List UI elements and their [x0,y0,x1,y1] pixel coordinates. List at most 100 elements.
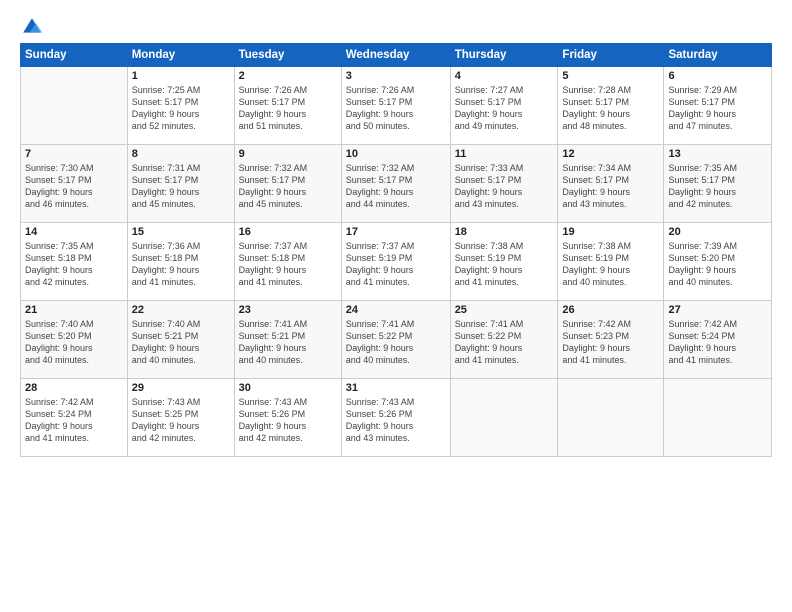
weekday-sunday: Sunday [21,44,128,67]
day-number: 25 [455,304,554,316]
day-info: Sunrise: 7:39 AM Sunset: 5:20 PM Dayligh… [668,240,767,289]
day-info: Sunrise: 7:26 AM Sunset: 5:17 PM Dayligh… [346,84,446,133]
calendar-cell: 4 Sunrise: 7:27 AM Sunset: 5:17 PM Daylig… [450,67,558,145]
day-info: Sunrise: 7:30 AM Sunset: 5:17 PM Dayligh… [25,162,123,211]
day-number: 29 [132,382,230,394]
weekday-wednesday: Wednesday [341,44,450,67]
calendar-cell: 27 Sunrise: 7:42 AM Sunset: 5:24 PM Dayli… [664,301,772,379]
calendar-cell: 1 Sunrise: 7:25 AM Sunset: 5:17 PM Daylig… [127,67,234,145]
calendar-cell: 28Sunrise: 7:42 AM Sunset: 5:24 PM Dayli… [21,379,128,457]
calendar-cell [664,379,772,457]
day-info: Sunrise: 7:31 AM Sunset: 5:17 PM Dayligh… [132,162,230,211]
calendar-cell: 10Sunrise: 7:32 AM Sunset: 5:17 PM Dayli… [341,145,450,223]
calendar-cell: 6 Sunrise: 7:29 AM Sunset: 5:17 PM Daylig… [664,67,772,145]
logo [20,15,48,39]
day-info: Sunrise: 7:35 AM Sunset: 5:17 PM Dayligh… [668,162,767,211]
calendar-cell: 11 Sunrise: 7:33 AM Sunset: 5:17 PM Dayli… [450,145,558,223]
calendar-cell [21,67,128,145]
calendar-cell: 25 Sunrise: 7:41 AM Sunset: 5:22 PM Dayli… [450,301,558,379]
day-number: 13 [668,148,767,160]
week-row-2: 7 Sunrise: 7:30 AM Sunset: 5:17 PM Daylig… [21,145,772,223]
day-info: Sunrise: 7:37 AM Sunset: 5:19 PM Dayligh… [346,240,446,289]
calendar-table: SundayMondayTuesdayWednesdayThursdayFrid… [20,43,772,457]
day-number: 24 [346,304,446,316]
day-number: 20 [668,226,767,238]
weekday-monday: Monday [127,44,234,67]
calendar-cell: 16 Sunrise: 7:37 AM Sunset: 5:18 PM Dayli… [234,223,341,301]
day-number: 30 [239,382,337,394]
day-number: 23 [239,304,337,316]
calendar-cell: 9 Sunrise: 7:32 AM Sunset: 5:17 PM Daylig… [234,145,341,223]
day-number: 2 [239,70,337,82]
day-number: 16 [239,226,337,238]
header [20,15,772,39]
day-info: Sunrise: 7:29 AM Sunset: 5:17 PM Dayligh… [668,84,767,133]
weekday-thursday: Thursday [450,44,558,67]
week-row-5: 28Sunrise: 7:42 AM Sunset: 5:24 PM Dayli… [21,379,772,457]
calendar-cell: 3 Sunrise: 7:26 AM Sunset: 5:17 PM Daylig… [341,67,450,145]
calendar-cell: 31 Sunrise: 7:43 AM Sunset: 5:26 PM Dayli… [341,379,450,457]
day-info: Sunrise: 7:25 AM Sunset: 5:17 PM Dayligh… [132,84,230,133]
day-number: 14 [25,226,123,238]
calendar-cell: 5Sunrise: 7:28 AM Sunset: 5:17 PM Daylig… [558,67,664,145]
calendar-cell: 20 Sunrise: 7:39 AM Sunset: 5:20 PM Dayli… [664,223,772,301]
day-info: Sunrise: 7:40 AM Sunset: 5:20 PM Dayligh… [25,318,123,367]
week-row-3: 14 Sunrise: 7:35 AM Sunset: 5:18 PM Dayli… [21,223,772,301]
day-number: 12 [562,148,659,160]
day-number: 9 [239,148,337,160]
day-info: Sunrise: 7:27 AM Sunset: 5:17 PM Dayligh… [455,84,554,133]
day-info: Sunrise: 7:35 AM Sunset: 5:18 PM Dayligh… [25,240,123,289]
page: SundayMondayTuesdayWednesdayThursdayFrid… [0,0,792,612]
day-number: 7 [25,148,123,160]
day-number: 15 [132,226,230,238]
week-row-4: 21 Sunrise: 7:40 AM Sunset: 5:20 PM Dayli… [21,301,772,379]
day-info: Sunrise: 7:37 AM Sunset: 5:18 PM Dayligh… [239,240,337,289]
calendar-cell: 12 Sunrise: 7:34 AM Sunset: 5:17 PM Dayli… [558,145,664,223]
day-number: 3 [346,70,446,82]
day-number: 11 [455,148,554,160]
day-info: Sunrise: 7:41 AM Sunset: 5:21 PM Dayligh… [239,318,337,367]
calendar-cell: 7 Sunrise: 7:30 AM Sunset: 5:17 PM Daylig… [21,145,128,223]
day-info: Sunrise: 7:33 AM Sunset: 5:17 PM Dayligh… [455,162,554,211]
calendar-cell: 17 Sunrise: 7:37 AM Sunset: 5:19 PM Dayli… [341,223,450,301]
calendar-cell: 22Sunrise: 7:40 AM Sunset: 5:21 PM Dayli… [127,301,234,379]
day-info: Sunrise: 7:34 AM Sunset: 5:17 PM Dayligh… [562,162,659,211]
calendar-cell: 8 Sunrise: 7:31 AM Sunset: 5:17 PM Daylig… [127,145,234,223]
calendar-cell [558,379,664,457]
day-number: 17 [346,226,446,238]
calendar-cell: 21 Sunrise: 7:40 AM Sunset: 5:20 PM Dayli… [21,301,128,379]
day-info: Sunrise: 7:32 AM Sunset: 5:17 PM Dayligh… [239,162,337,211]
week-row-1: 1 Sunrise: 7:25 AM Sunset: 5:17 PM Daylig… [21,67,772,145]
day-info: Sunrise: 7:43 AM Sunset: 5:25 PM Dayligh… [132,396,230,445]
weekday-tuesday: Tuesday [234,44,341,67]
day-number: 26 [562,304,659,316]
weekday-header-row: SundayMondayTuesdayWednesdayThursdayFrid… [21,44,772,67]
calendar-cell: 18 Sunrise: 7:38 AM Sunset: 5:19 PM Dayli… [450,223,558,301]
calendar-cell: 13 Sunrise: 7:35 AM Sunset: 5:17 PM Dayli… [664,145,772,223]
day-number: 8 [132,148,230,160]
day-info: Sunrise: 7:41 AM Sunset: 5:22 PM Dayligh… [455,318,554,367]
day-number: 1 [132,70,230,82]
day-info: Sunrise: 7:42 AM Sunset: 5:23 PM Dayligh… [562,318,659,367]
weekday-saturday: Saturday [664,44,772,67]
day-info: Sunrise: 7:42 AM Sunset: 5:24 PM Dayligh… [668,318,767,367]
day-info: Sunrise: 7:38 AM Sunset: 5:19 PM Dayligh… [455,240,554,289]
day-number: 4 [455,70,554,82]
day-info: Sunrise: 7:26 AM Sunset: 5:17 PM Dayligh… [239,84,337,133]
day-number: 5 [562,70,659,82]
day-number: 31 [346,382,446,394]
day-number: 21 [25,304,123,316]
day-info: Sunrise: 7:40 AM Sunset: 5:21 PM Dayligh… [132,318,230,367]
day-number: 27 [668,304,767,316]
day-info: Sunrise: 7:36 AM Sunset: 5:18 PM Dayligh… [132,240,230,289]
day-info: Sunrise: 7:43 AM Sunset: 5:26 PM Dayligh… [239,396,337,445]
day-number: 18 [455,226,554,238]
calendar-cell: 29 Sunrise: 7:43 AM Sunset: 5:25 PM Dayli… [127,379,234,457]
day-info: Sunrise: 7:43 AM Sunset: 5:26 PM Dayligh… [346,396,446,445]
calendar-cell: 24Sunrise: 7:41 AM Sunset: 5:22 PM Dayli… [341,301,450,379]
day-number: 6 [668,70,767,82]
calendar-cell: 26 Sunrise: 7:42 AM Sunset: 5:23 PM Dayli… [558,301,664,379]
calendar-cell [450,379,558,457]
calendar-cell: 23 Sunrise: 7:41 AM Sunset: 5:21 PM Dayli… [234,301,341,379]
weekday-friday: Friday [558,44,664,67]
